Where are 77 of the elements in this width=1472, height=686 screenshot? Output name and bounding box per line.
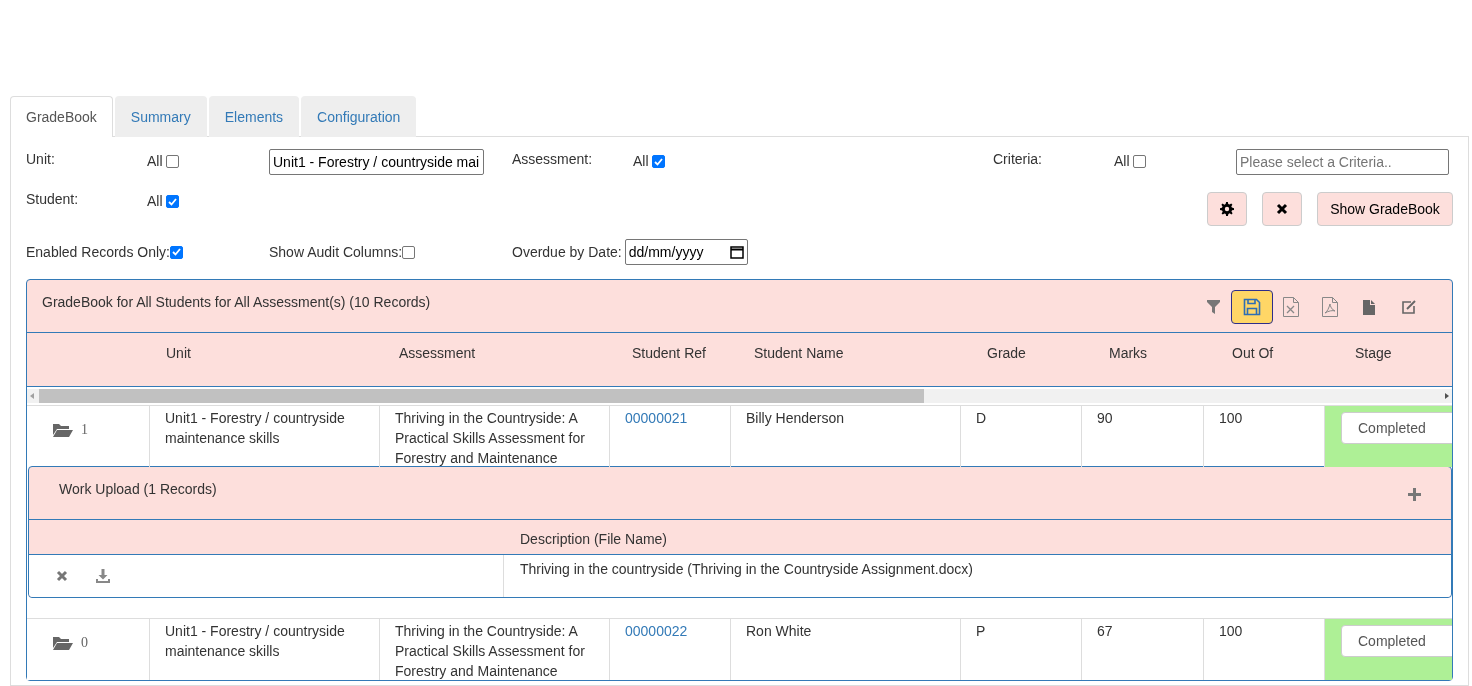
record-count: 1 [81, 421, 88, 439]
settings-icon [1220, 202, 1234, 216]
all-checkbox[interactable] [165, 195, 179, 208]
tab[interactable]: Elements [208, 96, 300, 137]
unit-label: Unit: [26, 151, 55, 167]
save-button[interactable] [1231, 290, 1273, 324]
edit-icon [1400, 299, 1416, 315]
record-count: 0 [81, 634, 88, 652]
plus-icon [1408, 487, 1421, 501]
student-name-cell: Ron White [746, 623, 812, 639]
grade-cell: P [976, 623, 986, 639]
out-of-cell: 100 [1219, 623, 1243, 639]
stage-dropdown[interactable]: Completed [1341, 625, 1452, 657]
column-header: Stage [1355, 345, 1392, 361]
unit-field[interactable]: Unit1 - Forestry / countryside mai [269, 149, 484, 175]
column-header: Out Of [1232, 345, 1274, 361]
assessment-label: Assessment: [512, 151, 593, 167]
all-checkbox[interactable] [165, 155, 179, 168]
column-header: Student Name [754, 345, 844, 361]
audit-columns-label: Show Audit Columns: [269, 242, 403, 262]
all-label: All [147, 152, 163, 171]
excel-file-icon [1283, 297, 1299, 317]
all-label: All [1114, 152, 1130, 171]
enabled-records-label: Enabled Records Only: [26, 242, 170, 262]
settings-button[interactable] [1207, 192, 1247, 226]
overdue-date-label: Overdue by Date: [512, 242, 622, 262]
column-header: Unit [166, 345, 191, 361]
download-icon [96, 569, 110, 583]
file-icon [1363, 299, 1375, 315]
calendar-icon [729, 245, 744, 259]
delete-icon [56, 570, 68, 582]
unit-cell: Unit1 - Forestry / countryside maintenance skills [165, 410, 345, 446]
filter-icon [1206, 300, 1220, 314]
save-icon [1243, 298, 1261, 316]
download-button[interactable] [96, 569, 110, 583]
column-header: Assessment [399, 345, 476, 361]
stage-dropdown[interactable]: Completed [1341, 412, 1452, 444]
expand-button[interactable] [53, 636, 73, 650]
student-label: Student: [26, 191, 79, 207]
all-checkbox[interactable] [651, 155, 665, 168]
gradebook-title: GradeBook for All Students for All Assessment(s) (10 Records) [42, 293, 431, 312]
delete-button[interactable] [56, 570, 68, 582]
clear-button[interactable] [1262, 192, 1302, 226]
all-checkbox[interactable] [1132, 155, 1146, 168]
close-icon [1276, 203, 1288, 215]
student-name-cell: Billy Henderson [746, 410, 845, 426]
column-header: Description (File Name) [520, 531, 668, 547]
assessment-cell: Thriving in the Countryside: A Practical Skills Assessment for Forestry and Maintenance [395, 623, 585, 679]
criteria-label: Criteria: [993, 151, 1042, 167]
file-description: Thriving in the countryside (Thriving in the Countryside Assignment.docx) [520, 561, 973, 577]
student-ref-link[interactable]: 00000022 [625, 623, 688, 639]
expand-button[interactable] [53, 423, 73, 437]
audit-columns-checkbox[interactable] [402, 245, 416, 259]
column-header: Marks [1109, 345, 1148, 361]
enabled-records-checkbox[interactable] [169, 245, 183, 259]
criteria-field[interactable]: Please select a Criteria.. [1236, 149, 1449, 175]
tab[interactable]: Summary [114, 96, 207, 137]
marks-cell: 67 [1097, 623, 1113, 639]
date-field[interactable]: dd/mm/yyyy [624, 239, 748, 265]
tab[interactable]: GradeBook [10, 96, 113, 137]
column-header: Grade [987, 345, 1026, 361]
work-upload-title: Work Upload (1 Records) [59, 480, 217, 499]
all-label: All [633, 152, 649, 171]
marks-cell: 90 [1097, 410, 1113, 426]
show-gradebook-button[interactable]: Show GradeBook [1317, 192, 1453, 226]
assessment-cell: Thriving in the Countryside: A Practical Skills Assessment for Forestry and Maintenance [395, 410, 585, 466]
folder-icon [53, 423, 73, 437]
column-header: Student Ref [632, 345, 706, 361]
grade-cell: D [976, 410, 987, 426]
tab[interactable]: Configuration [301, 96, 417, 137]
folder-icon [53, 636, 73, 650]
student-ref-link[interactable]: 00000021 [625, 410, 688, 426]
unit-cell: Unit1 - Forestry / countryside maintenance skills [165, 623, 345, 659]
all-label: All [147, 192, 163, 211]
out-of-cell: 100 [1219, 410, 1243, 426]
pdf-file-icon [1322, 297, 1338, 317]
horizontal-scrollbar[interactable] [27, 389, 1452, 403]
